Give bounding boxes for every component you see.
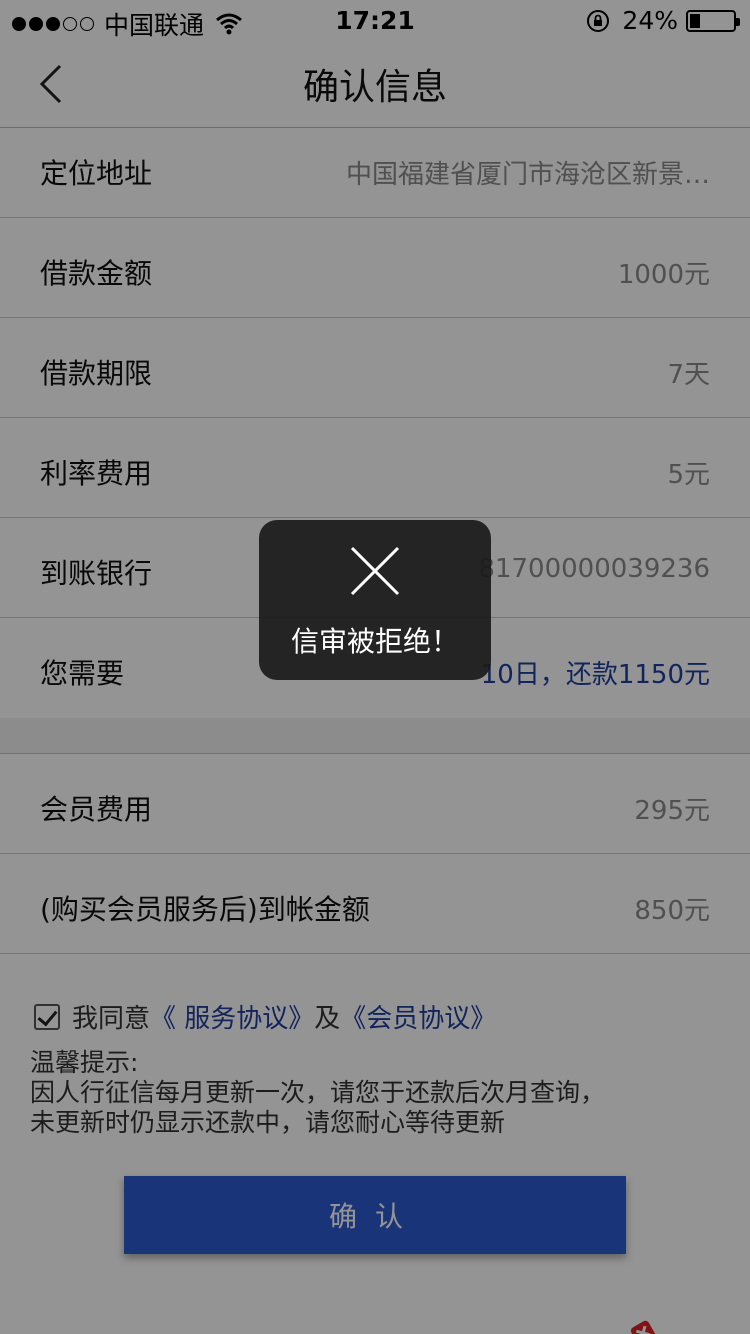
confirm-info-screen: 中国联通 17:21 24% 确认信息 定位地址 中国福建省厦门市海沧区新景… …: [0, 0, 750, 1334]
error-toast: 信审被拒绝！: [259, 520, 491, 680]
close-x-icon: [350, 546, 400, 596]
toast-message: 信审被拒绝！: [290, 625, 459, 658]
